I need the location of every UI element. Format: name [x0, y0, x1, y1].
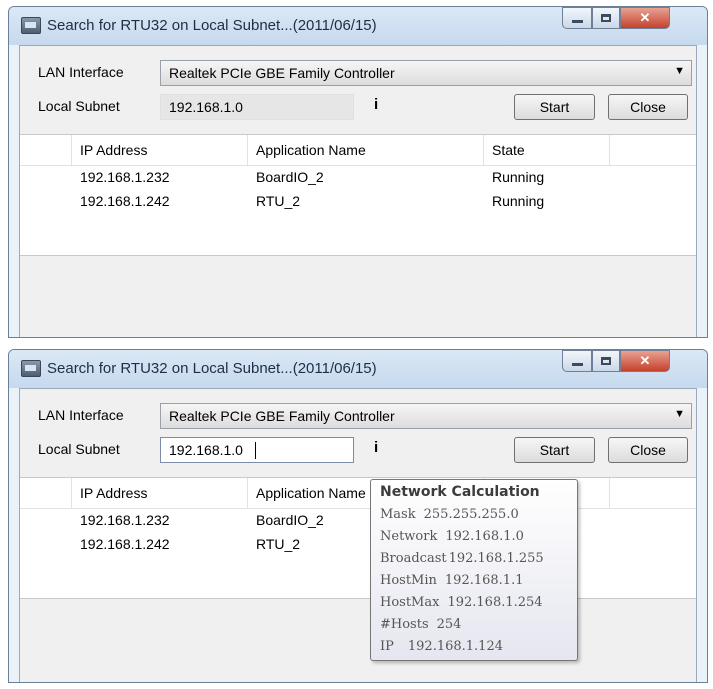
tooltip-value: 192.168.1.254 — [447, 595, 543, 610]
column-header-filler — [610, 478, 700, 508]
text-caret — [255, 442, 256, 459]
maximize-button[interactable] — [592, 7, 620, 29]
lan-interface-select[interactable]: Realtek PCIe GBE Family Controller ▼ — [160, 403, 692, 429]
lan-interface-label: LAN Interface — [38, 407, 124, 423]
tooltip-value: 254 — [436, 617, 462, 632]
tooltip-value: 192.168.1.255 — [448, 551, 544, 566]
local-subnet-label: Local Subnet — [38, 441, 120, 457]
tooltip-hosts-row: #Hosts 254 — [380, 617, 461, 639]
cell-app: RTU_2 — [256, 193, 301, 209]
results-list[interactable]: IP Address Application Name State 192.16… — [20, 477, 696, 599]
chevron-down-icon[interactable]: ▼ — [674, 65, 685, 77]
lan-interface-value: Realtek PCIe GBE Family Controller — [169, 65, 395, 81]
title-bar[interactable]: Search for RTU32 on Local Subnet...(2011… — [9, 7, 707, 45]
minimize-icon — [571, 19, 583, 23]
list-header: IP Address Application Name State — [20, 135, 696, 166]
search-window-2: Search for RTU32 on Local Subnet...(2011… — [8, 349, 708, 683]
tooltip-broadcast-row: Broadcast 192.168.1.255 — [380, 551, 544, 573]
cell-ip: 192.168.1.242 — [80, 536, 170, 552]
column-header-application-name[interactable]: Application Name — [248, 135, 484, 165]
window-title: Search for RTU32 on Local Subnet...(2011… — [47, 360, 377, 377]
window-client-area: LAN Interface Realtek PCIe GBE Family Co… — [19, 45, 697, 337]
minimize-icon — [571, 362, 583, 366]
column-header-ip-address[interactable]: IP Address — [72, 478, 248, 508]
tooltip-value: 255.255.255.0 — [423, 507, 519, 522]
tooltip-key: IP — [380, 639, 394, 654]
lan-interface-value: Realtek PCIe GBE Family Controller — [169, 408, 395, 424]
tooltip-network-row: Network 192.168.1.0 — [380, 529, 524, 551]
tooltip-title: Network Calculation — [380, 484, 540, 500]
cell-ip: 192.168.1.232 — [80, 512, 170, 528]
local-subnet-value: 192.168.1.0 — [169, 442, 243, 458]
column-header-state[interactable]: State — [484, 135, 610, 165]
cell-state: Running — [492, 193, 545, 209]
cell-app: BoardIO_2 — [256, 169, 324, 185]
window-title: Search for RTU32 on Local Subnet...(2011… — [47, 17, 377, 34]
start-button[interactable]: Start — [514, 94, 595, 120]
tooltip-value: 192.168.1.1 — [444, 573, 524, 588]
lan-interface-select[interactable]: Realtek PCIe GBE Family Controller ▼ — [160, 60, 692, 86]
table-row[interactable]: 192.168.1.232 BoardIO_2 Running — [20, 169, 696, 191]
cell-app: BoardIO_2 — [256, 512, 324, 528]
title-bar[interactable]: Search for RTU32 on Local Subnet...(2011… — [9, 350, 707, 388]
close-window-button[interactable]: ✕ — [620, 350, 670, 372]
cell-ip: 192.168.1.232 — [80, 169, 170, 185]
column-header-filler — [610, 135, 700, 165]
close-window-button[interactable]: ✕ — [620, 7, 670, 29]
tooltip-value: 192.168.1.0 — [445, 529, 524, 544]
column-header-blank[interactable] — [20, 135, 72, 165]
tooltip-hostmax-row: HostMax 192.168.1.254 — [380, 595, 543, 617]
cell-ip: 192.168.1.242 — [80, 193, 170, 209]
close-button[interactable]: Close — [608, 437, 688, 463]
tooltip-key: HostMax — [380, 595, 440, 610]
list-header: IP Address Application Name State — [20, 478, 696, 509]
tooltip-value: 192.168.1.124 — [407, 639, 503, 654]
maximize-icon — [601, 14, 611, 22]
network-calculation-tooltip: Network Calculation Mask 255.255.255.0 Ne… — [370, 479, 578, 661]
minimize-button[interactable] — [562, 7, 592, 29]
local-subnet-label: Local Subnet — [38, 98, 120, 114]
column-header-ip-address[interactable]: IP Address — [72, 135, 248, 165]
local-subnet-input[interactable]: 192.168.1.0 — [160, 94, 354, 120]
cell-state: Running — [492, 169, 545, 185]
local-subnet-value: 192.168.1.0 — [169, 99, 243, 115]
start-button[interactable]: Start — [514, 437, 595, 463]
lan-interface-label: LAN Interface — [38, 64, 124, 80]
cell-app: RTU_2 — [256, 536, 301, 552]
search-window-1: Search for RTU32 on Local Subnet...(2011… — [8, 6, 708, 338]
table-row[interactable]: 192.168.1.242 RTU_2 — [20, 536, 696, 558]
maximize-button[interactable] — [592, 350, 620, 372]
window-app-icon[interactable] — [21, 17, 41, 34]
tooltip-hostmin-row: HostMin 192.168.1.1 — [380, 573, 523, 595]
window-app-icon[interactable] — [21, 360, 41, 377]
tooltip-mask-row: Mask 255.255.255.0 — [380, 507, 519, 529]
tooltip-key: Broadcast — [380, 551, 447, 566]
maximize-icon — [601, 357, 611, 365]
close-icon: ✕ — [639, 10, 651, 25]
tooltip-key: Network — [380, 529, 438, 544]
tooltip-ip-row: IP 192.168.1.124 — [380, 639, 503, 661]
info-icon[interactable]: i — [374, 439, 378, 456]
table-row[interactable]: 192.168.1.232 BoardIO_2 — [20, 512, 696, 534]
tooltip-key: #Hosts — [380, 617, 429, 632]
local-subnet-input[interactable]: 192.168.1.0 — [160, 437, 354, 463]
window-client-area: LAN Interface Realtek PCIe GBE Family Co… — [19, 388, 697, 682]
tooltip-key: HostMin — [380, 573, 437, 588]
table-row[interactable]: 192.168.1.242 RTU_2 Running — [20, 193, 696, 215]
chevron-down-icon[interactable]: ▼ — [674, 408, 685, 420]
results-list[interactable]: IP Address Application Name State 192.16… — [20, 134, 696, 256]
minimize-button[interactable] — [562, 350, 592, 372]
tooltip-key: Mask — [380, 507, 416, 522]
column-header-blank[interactable] — [20, 478, 72, 508]
close-button[interactable]: Close — [608, 94, 688, 120]
info-icon[interactable]: i — [374, 96, 378, 113]
close-icon: ✕ — [639, 353, 651, 368]
